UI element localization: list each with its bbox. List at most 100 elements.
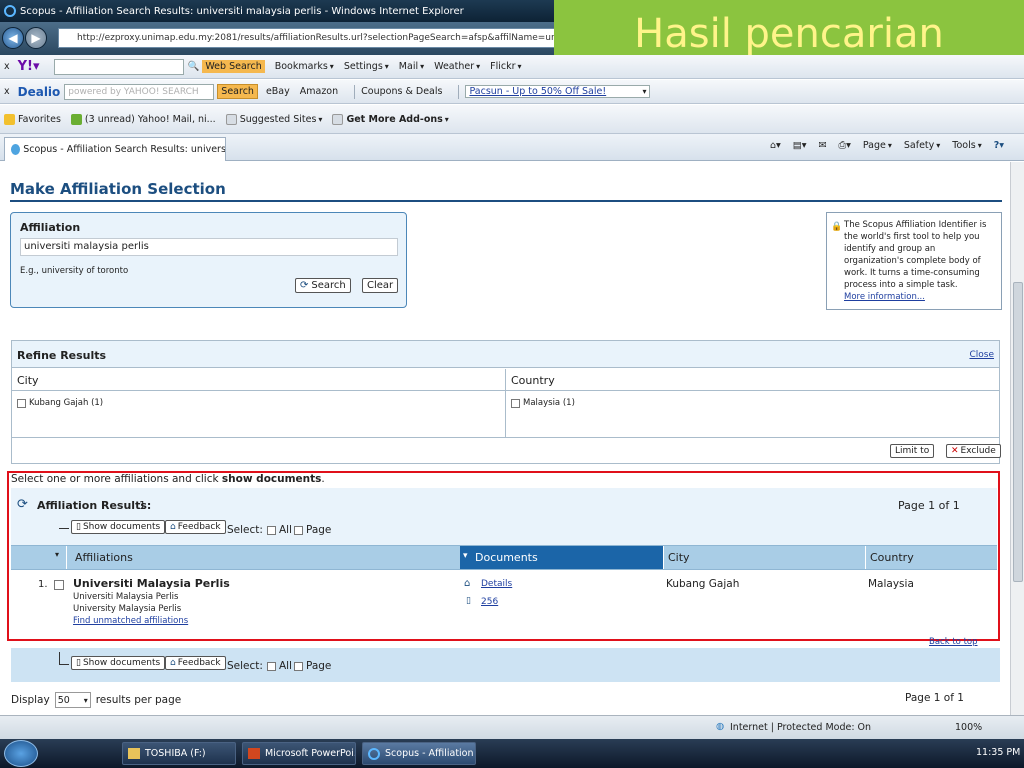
- lock-icon: 🔒: [831, 222, 843, 232]
- exclude-button[interactable]: ✕ Exclude: [946, 444, 1001, 458]
- sort-arrow-icon[interactable]: ▾: [55, 550, 59, 559]
- taskbar-label: Scopus - Affiliation ...: [385, 748, 476, 759]
- clear-button[interactable]: Clear: [362, 278, 399, 293]
- close-refine-link[interactable]: Close: [969, 350, 994, 360]
- limit-to-button[interactable]: Limit to: [890, 444, 935, 458]
- weather-menu[interactable]: Weather: [434, 61, 480, 72]
- show-documents-button[interactable]: ▯ Show documents: [71, 656, 166, 670]
- feedback-button[interactable]: ⌂ Feedback: [165, 520, 226, 534]
- help-icon[interactable]: ?▾: [994, 140, 1004, 151]
- home-icon[interactable]: ⌂▾: [770, 140, 781, 151]
- globe-icon: ◍: [716, 721, 725, 732]
- mail-icon[interactable]: ✉: [819, 140, 827, 151]
- close-icon: ✕: [951, 446, 959, 456]
- tools-menu[interactable]: Tools: [952, 140, 981, 151]
- show-documents-button[interactable]: ▯ Show documents: [71, 520, 166, 534]
- close-toolbar-icon[interactable]: x: [4, 61, 10, 72]
- safety-menu[interactable]: Safety: [904, 140, 940, 151]
- search-icon[interactable]: 🔍: [188, 61, 200, 72]
- suggested-sites-link[interactable]: Suggested Sites: [225, 113, 323, 125]
- yahoo-toolbar: x Y!▾ 🔍 Web Search Bookmarks Settings Ma…: [0, 55, 1024, 79]
- country-header: Country: [511, 374, 555, 387]
- all-label: All: [278, 660, 292, 672]
- instructions: Select one or more affiliations and clic…: [11, 473, 325, 485]
- city-filter-label: Kubang Gajah (1): [29, 398, 104, 408]
- amazon-link[interactable]: Amazon: [300, 86, 338, 97]
- row-checkbox[interactable]: [54, 580, 64, 590]
- promo-dropdown[interactable]: Pacsun - Up to 50% Off Sale!: [465, 85, 651, 98]
- column-header-country[interactable]: Country: [870, 551, 914, 564]
- forward-button[interactable]: ▶: [25, 27, 47, 49]
- affiliation-input[interactable]: universiti malaysia perlis: [20, 238, 398, 256]
- taskbar-item-toshiba[interactable]: TOSHIBA (F:): [122, 742, 236, 765]
- mail-menu[interactable]: Mail: [399, 61, 424, 72]
- country-filter-label: Malaysia (1): [523, 398, 575, 408]
- documents-header-label: Documents: [475, 551, 538, 564]
- start-button[interactable]: [4, 740, 38, 767]
- flickr-menu[interactable]: Flickr: [490, 61, 521, 72]
- settings-menu[interactable]: Settings: [344, 61, 389, 72]
- results-per-page-select[interactable]: 50 ▾: [54, 692, 91, 708]
- feeds-icon[interactable]: ▤▾: [793, 140, 807, 151]
- yahoo-logo-icon[interactable]: Y!▾: [18, 59, 40, 74]
- dealio-search-input[interactable]: powered by YAHOO! SEARCH: [64, 83, 215, 100]
- web-search-button[interactable]: Web Search: [202, 60, 265, 73]
- windows-taskbar: TOSHIBA (F:) Microsoft PowerPoi... Scopu…: [0, 739, 1024, 768]
- find-unmatched-link[interactable]: Find unmatched affiliations: [73, 616, 188, 626]
- ebay-link[interactable]: eBay: [266, 86, 290, 97]
- instructions-end: .: [321, 473, 325, 485]
- city-value: Kubang Gajah: [666, 578, 740, 590]
- select-page-checkbox[interactable]: [293, 525, 303, 535]
- feedback-button[interactable]: ⌂ Feedback: [165, 656, 226, 670]
- bookmarks-label: Bookmarks: [274, 61, 328, 72]
- city-filter-item[interactable]: Kubang Gajah (1): [17, 398, 103, 408]
- document-count-link[interactable]: 256: [481, 597, 498, 607]
- coupons-link[interactable]: Coupons & Deals: [361, 86, 442, 97]
- select-all-checkbox[interactable]: [266, 661, 276, 671]
- bookmarks-menu[interactable]: Bookmarks: [275, 61, 334, 72]
- clock: 11:35 PM: [976, 747, 1021, 758]
- affiliation-name[interactable]: Universiti Malaysia Perlis: [73, 577, 230, 590]
- dealio-search-button[interactable]: Search: [217, 84, 258, 99]
- column-header-documents[interactable]: ▾ Documents: [460, 546, 663, 569]
- column-header-affiliations[interactable]: Affiliations: [75, 551, 133, 564]
- column-header-city[interactable]: City: [668, 551, 690, 564]
- addons-link[interactable]: Get More Add-ons: [332, 113, 448, 125]
- page-label: Page: [305, 660, 332, 672]
- details-link[interactable]: Details: [481, 579, 512, 589]
- country-checkbox[interactable]: [511, 398, 520, 408]
- vertical-scrollbar[interactable]: [1010, 162, 1024, 715]
- select-all-checkbox[interactable]: [266, 525, 276, 535]
- yahoo-mail-link[interactable]: (3 unread) Yahoo! Mail, ni...: [70, 113, 216, 125]
- browser-tab[interactable]: Scopus - Affiliation Search Results: uni…: [4, 137, 226, 161]
- select-label: Select:: [227, 660, 263, 672]
- refine-header: [12, 341, 999, 368]
- chevron-down-icon: ▾: [83, 695, 88, 705]
- back-to-top-link[interactable]: Back to top: [929, 637, 978, 647]
- page-menu[interactable]: Page: [863, 140, 892, 151]
- building-icon: ⌂: [464, 578, 471, 589]
- select-page-checkbox[interactable]: [293, 661, 303, 671]
- print-icon[interactable]: ⎙▾: [839, 140, 851, 151]
- city-checkbox[interactable]: [17, 398, 26, 408]
- zoom-level[interactable]: 100%: [955, 722, 982, 733]
- search-button[interactable]: ⟳ Search: [295, 278, 351, 293]
- taskbar-item-scopus[interactable]: Scopus - Affiliation ...: [362, 742, 476, 765]
- promo-link[interactable]: Pacsun - Up to 50% Off Sale!: [469, 86, 606, 97]
- page-icon: [225, 113, 237, 125]
- all-label: All: [278, 524, 292, 536]
- yahoo-search-input[interactable]: [53, 58, 184, 75]
- weather-label: Weather: [434, 61, 475, 72]
- results-count: 1: [139, 499, 146, 512]
- favorites-button[interactable]: Favorites: [4, 113, 61, 125]
- address-input[interactable]: http://ezproxy.unimap.edu.my:2081/result…: [58, 28, 558, 48]
- scrollbar-thumb[interactable]: [1013, 282, 1023, 582]
- taskbar-item-powerpoint[interactable]: Microsoft PowerPoi...: [242, 742, 356, 765]
- close-toolbar-icon[interactable]: x: [4, 86, 10, 97]
- more-information-link[interactable]: More information...: [844, 292, 925, 302]
- back-button[interactable]: ◀: [2, 27, 24, 49]
- country-filter-item[interactable]: Malaysia (1): [511, 398, 575, 408]
- settings-label: Settings: [343, 61, 383, 72]
- display-label: Display: [11, 694, 50, 706]
- show-documents-label: Show documents: [82, 658, 161, 668]
